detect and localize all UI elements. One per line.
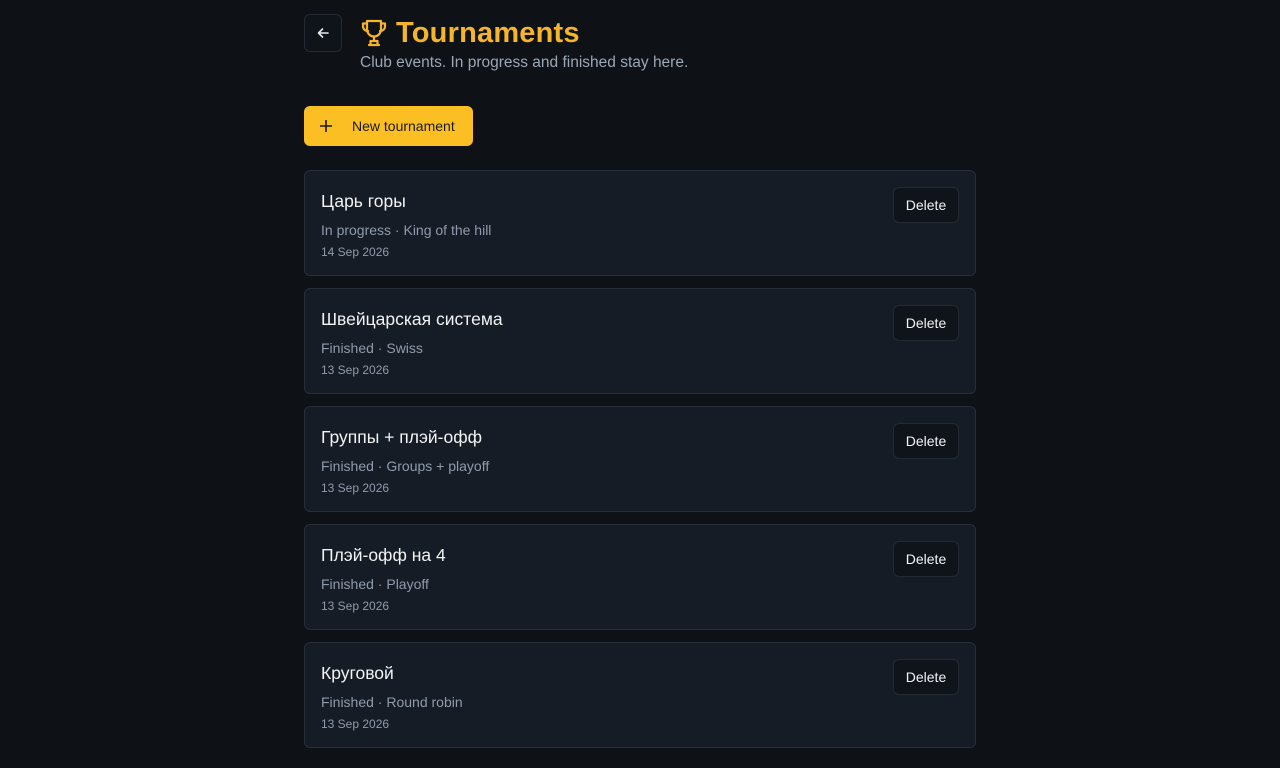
tournament-date: 13 Sep 2026 (321, 363, 390, 377)
tournament-name: Швейцарская система (321, 309, 503, 329)
tournament-name: Царь горы (321, 191, 406, 211)
tournament-card[interactable]: Швейцарская система Finished · Swiss 13 … (304, 288, 976, 394)
delete-button[interactable]: Delete (893, 659, 959, 695)
tournament-date: 14 Sep 2026 (321, 245, 390, 259)
tournament-status-format: Finished · Swiss (321, 340, 423, 356)
plus-icon (319, 116, 333, 136)
back-button[interactable] (304, 14, 342, 52)
trophy-icon (360, 18, 388, 48)
tournament-card[interactable]: Группы + плэй-офф Finished · Groups + pl… (304, 406, 976, 512)
delete-button[interactable]: Delete (893, 187, 959, 223)
delete-button[interactable]: Delete (893, 305, 959, 341)
tournament-list: Царь горы In progress · King of the hill… (304, 170, 976, 760)
new-tournament-label: New tournament (352, 118, 455, 134)
tournament-card[interactable]: Плэй-офф на 4 Finished · Playoff 13 Sep … (304, 524, 976, 630)
new-tournament-button[interactable]: New tournament (304, 106, 473, 146)
tournament-name: Плэй-офф на 4 (321, 545, 446, 565)
tournament-status-format: In progress · King of the hill (321, 222, 492, 238)
page-title: Tournaments (396, 16, 580, 49)
delete-button[interactable]: Delete (893, 423, 959, 459)
arrow-left-icon (317, 28, 329, 38)
tournament-name: Группы + плэй-офф (321, 427, 483, 447)
tournament-card[interactable]: Круговой Finished · Round robin 13 Sep 2… (304, 642, 976, 748)
tournament-card[interactable]: Царь горы In progress · King of the hill… (304, 170, 976, 276)
tournament-status-format: Finished · Round robin (321, 694, 463, 710)
tournament-name: Круговой (321, 663, 394, 683)
tournament-status-format: Finished · Playoff (321, 576, 429, 592)
tournament-status-format: Finished · Groups + playoff (321, 458, 490, 474)
tournament-date: 13 Sep 2026 (321, 599, 390, 613)
page-subtitle: Club events. In progress and finished st… (360, 54, 689, 71)
delete-button[interactable]: Delete (893, 541, 959, 577)
page-header: Tournaments Club events. In progress and… (360, 16, 688, 72)
tournament-date: 13 Sep 2026 (321, 481, 390, 495)
tournament-date: 13 Sep 2026 (321, 717, 390, 731)
